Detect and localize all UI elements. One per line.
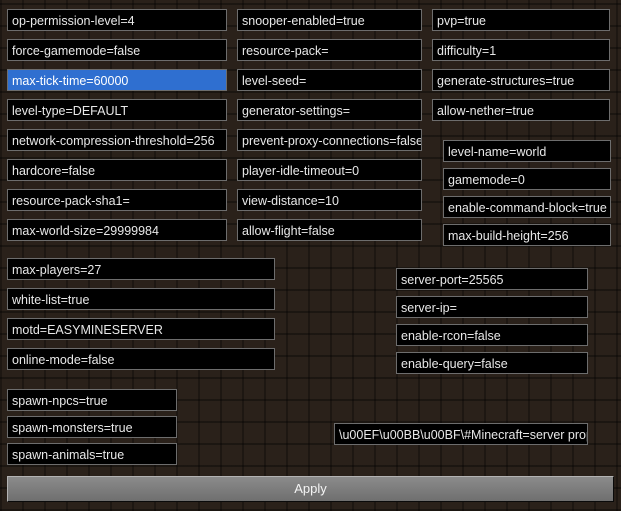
field-max-world-size[interactable]: max-world-size=29999984	[7, 219, 227, 241]
field-level-seed[interactable]: level-seed=	[237, 69, 422, 91]
field-max-build-height[interactable]: max-build-height=256	[443, 224, 611, 246]
field-hardcore[interactable]: hardcore=false	[7, 159, 227, 181]
field-force-gamemode[interactable]: force-gamemode=false	[7, 39, 227, 61]
field-prevent-proxy-connections[interactable]: prevent-proxy-connections=false	[237, 129, 422, 151]
field-generator-settings[interactable]: generator-settings=	[237, 99, 422, 121]
field-level-name[interactable]: level-name=world	[443, 140, 611, 162]
field-max-players[interactable]: max-players=27	[7, 258, 275, 280]
field-spawn-animals[interactable]: spawn-animals=true	[7, 443, 177, 465]
field-comment-line[interactable]: \u00EF\u00BB\u00BF\#Minecraft=server pro…	[334, 423, 588, 445]
field-generate-structures[interactable]: generate-structures=true	[432, 69, 610, 91]
field-allow-flight[interactable]: allow-flight=false	[237, 219, 422, 241]
field-enable-query[interactable]: enable-query=false	[396, 352, 588, 374]
field-white-list[interactable]: white-list=true	[7, 288, 275, 310]
field-enable-rcon[interactable]: enable-rcon=false	[396, 324, 588, 346]
field-player-idle-timeout[interactable]: player-idle-timeout=0	[237, 159, 422, 181]
field-resource-pack-sha1[interactable]: resource-pack-sha1=	[7, 189, 227, 211]
field-network-compression-threshold[interactable]: network-compression-threshold=256	[7, 129, 227, 151]
field-view-distance[interactable]: view-distance=10	[237, 189, 422, 211]
field-spawn-monsters[interactable]: spawn-monsters=true	[7, 416, 177, 438]
field-motd[interactable]: motd=EASYMINESERVER	[7, 318, 275, 340]
field-online-mode[interactable]: online-mode=false	[7, 348, 275, 370]
field-snooper-enabled[interactable]: snooper-enabled=true	[237, 9, 422, 31]
field-max-tick-time[interactable]: max-tick-time=60000	[7, 69, 227, 91]
field-allow-nether[interactable]: allow-nether=true	[432, 99, 610, 121]
field-pvp[interactable]: pvp=true	[432, 9, 610, 31]
field-op-permission-level[interactable]: op-permission-level=4	[7, 9, 227, 31]
field-resource-pack[interactable]: resource-pack=	[237, 39, 422, 61]
field-spawn-npcs[interactable]: spawn-npcs=true	[7, 389, 177, 411]
field-server-ip[interactable]: server-ip=	[396, 296, 588, 318]
field-server-port[interactable]: server-port=25565	[396, 268, 588, 290]
field-difficulty[interactable]: difficulty=1	[432, 39, 610, 61]
field-level-type[interactable]: level-type=DEFAULT	[7, 99, 227, 121]
field-gamemode[interactable]: gamemode=0	[443, 168, 611, 190]
apply-button[interactable]: Apply	[7, 476, 614, 502]
field-enable-command-block[interactable]: enable-command-block=true	[443, 196, 611, 218]
